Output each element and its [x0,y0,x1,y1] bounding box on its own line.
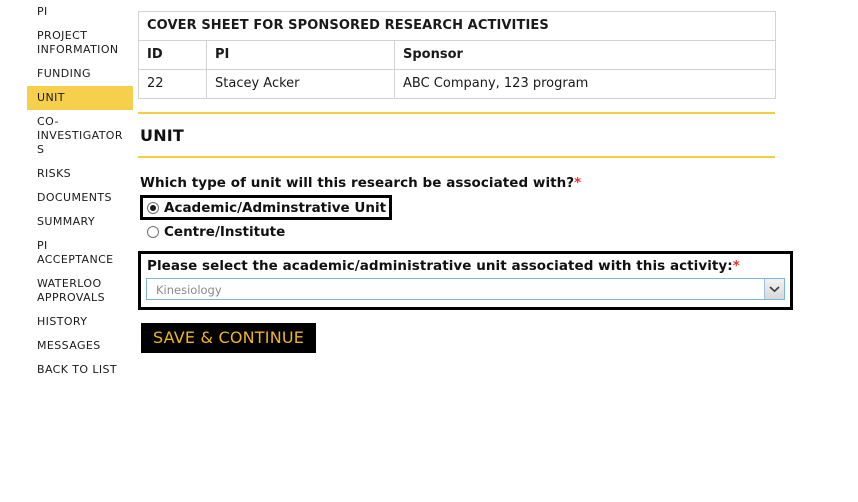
table-row-header: ID PI Sponsor [138,40,777,70]
sidebar-item-history[interactable]: HISTORY [27,310,133,334]
sidebar-item-documents[interactable]: DOCUMENTS [27,186,133,210]
unit-select[interactable]: Kinesiology [146,278,785,300]
column-header-id: ID [138,40,207,70]
sidebar-item-unit[interactable]: UNIT [27,86,133,110]
sidebar-item-messages[interactable]: MESSAGES [27,334,133,358]
sidebar-item-funding[interactable]: FUNDING [27,62,133,86]
divider-bottom [138,156,775,158]
column-header-pi: PI [206,40,395,70]
save-and-continue-button[interactable]: SAVE & CONTINUE [141,323,317,353]
radio-option-academic-label: Academic/Adminstrative Unit [164,199,387,216]
radio-button-icon[interactable] [147,201,159,214]
unit-type-radio-group: Academic/Adminstrative Unit Centre/Insti… [140,195,858,241]
unit-type-question-text: Which type of unit will this research be… [140,175,575,191]
table-row: 22 Stacey Acker ABC Company, 123 program [138,69,777,99]
page-title: COVER SHEET FOR SPONSORED RESEARCH ACTIV… [137,11,777,41]
required-asterisk: * [574,175,582,191]
column-header-sponsor: Sponsor [393,40,777,70]
sidebar-item-pi[interactable]: PI [27,0,133,24]
unit-select-highlight-box: Please select the academic/administrativ… [138,251,793,310]
cell-id: 22 [138,69,207,99]
unit-type-question: Which type of unit will this research be… [140,175,858,191]
sidebar-item-pi-acceptance[interactable]: PI ACCEPTANCE [27,234,133,272]
unit-select-label-text: Please select the academic/administrativ… [147,258,733,274]
required-asterisk: * [732,258,740,274]
radio-option-centre-label: Centre/Institute [164,223,286,240]
main-content: COVER SHEET FOR SPONSORED RESEARCH ACTIV… [137,0,858,502]
sidebar-item-project-information[interactable]: PROJECT INFORMATION [27,24,133,62]
sidebar-item-co-investigators[interactable]: CO-INVESTIGATORS [27,110,133,162]
radio-option-academic[interactable]: Academic/Adminstrative Unit [140,195,392,220]
chevron-down-icon[interactable] [764,279,784,299]
sidebar-item-back-to-list[interactable]: BACK TO LIST [27,358,133,382]
unit-select-value: Kinesiology [156,283,222,297]
section-heading: UNIT [140,126,185,145]
radio-button-icon[interactable] [147,225,159,238]
sidebar-item-summary[interactable]: SUMMARY [27,210,133,234]
cover-sheet-table: COVER SHEET FOR SPONSORED RESEARCH ACTIV… [137,11,777,99]
table-row-title: COVER SHEET FOR SPONSORED RESEARCH ACTIV… [137,11,777,41]
sidebar-nav: PI PROJECT INFORMATION FUNDING UNIT CO-INVES… [0,0,134,502]
radio-option-centre[interactable]: Centre/Institute [140,222,858,241]
sidebar-item-waterloo-approvals[interactable]: WATERLOO APPROVALS [27,272,133,310]
unit-select-label: Please select the academic/administrativ… [147,258,785,274]
divider-top [138,112,775,114]
sidebar-item-risks[interactable]: RISKS [27,162,133,186]
cell-pi: Stacey Acker [206,69,395,99]
cell-sponsor: ABC Company, 123 program [393,69,777,99]
